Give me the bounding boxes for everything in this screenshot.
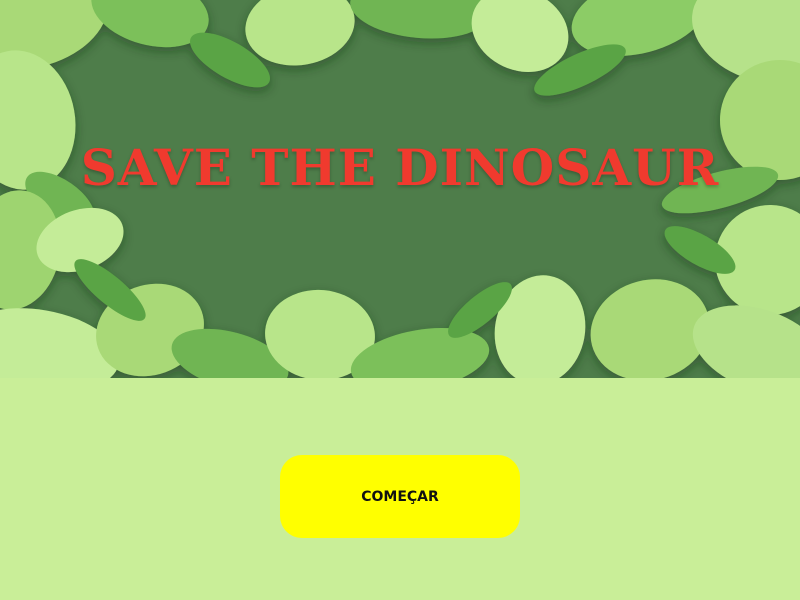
game-title: SAVE THE DINOSAUR bbox=[80, 138, 720, 197]
jungle-banner: SAVE THE DINOSAUR bbox=[0, 0, 800, 378]
game-start-screen: SAVE THE DINOSAUR COMEÇAR bbox=[0, 0, 800, 600]
start-button[interactable]: COMEÇAR bbox=[280, 455, 520, 538]
